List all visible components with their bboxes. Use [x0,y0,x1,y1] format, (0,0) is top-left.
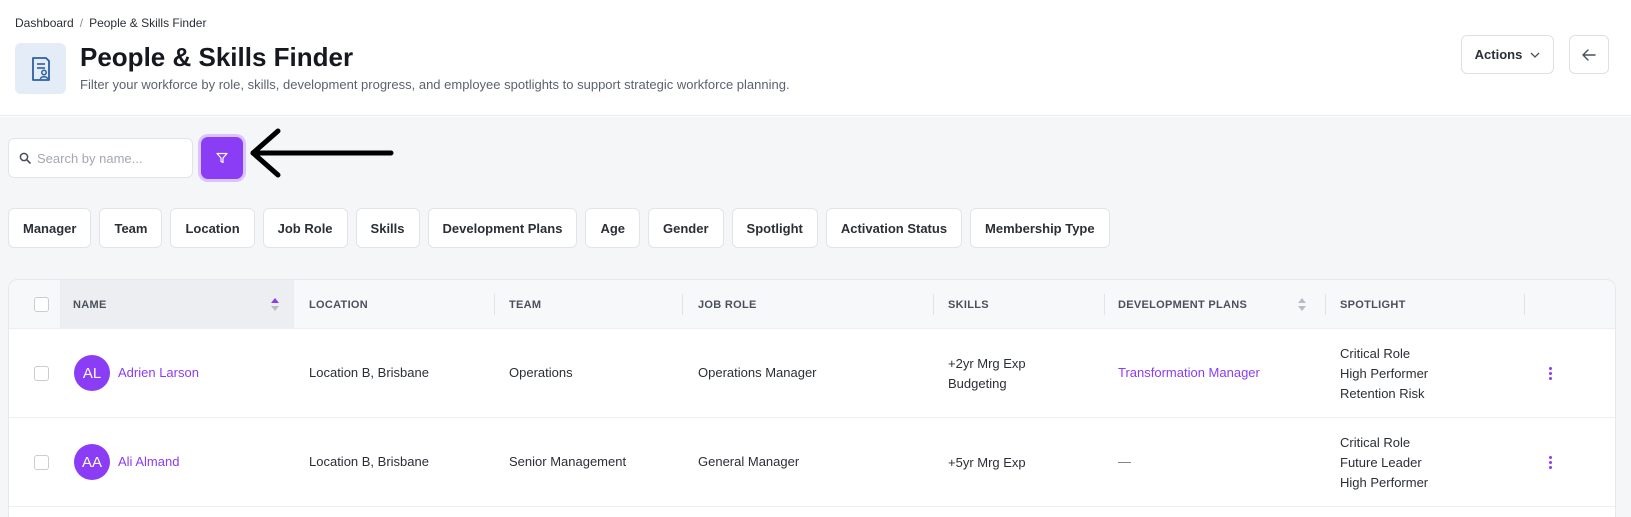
column-header-name[interactable]: NAME [60,280,294,329]
table-row: AL Adrien Larson Location B, Brisbane Op… [9,329,1615,418]
page-header: Dashboard / People & Skills Finder Peopl… [0,0,1631,116]
column-header-location: LOCATION [309,298,369,311]
breadcrumb-dashboard-link[interactable]: Dashboard [15,16,74,30]
column-divider [1524,294,1525,315]
document-person-icon [15,43,66,94]
people-table: NAME LOCATION TEAM JOB ROLE SKILLS DEVEL… [8,279,1616,517]
column-header-skills: SKILLS [948,298,989,311]
filter-chip-team[interactable]: Team [99,208,163,248]
development-plan-cell: — [1118,454,1131,469]
skill-item: +5yr Mrg Exp [948,455,1026,470]
filter-chip-manager[interactable]: Manager [8,208,92,248]
search-icon [19,152,31,164]
location-cell: Location B, Brisbane [309,365,429,380]
job-role-cell: General Manager [698,454,800,469]
filter-icon [216,152,228,164]
job-role-cell: Operations Manager [698,365,817,380]
column-header-name-label: NAME [73,298,107,311]
skills-cell: +2yr Mrg Exp Budgeting [948,354,1026,394]
filter-chip-location[interactable]: Location [170,208,255,248]
team-cell: Senior Management [509,454,627,469]
column-divider [933,294,934,315]
spotlight-item: Retention Risk [1340,386,1425,401]
page-title: People & Skills Finder [80,42,354,72]
avatar: AL [74,355,110,391]
column-header-development-plans[interactable]: DEVELOPMENT PLANS [1118,280,1247,329]
column-divider [1325,294,1326,315]
filter-chips: Manager Team Location Job Role Skills De… [8,208,1110,248]
skills-cell: +5yr Mrg Exp [948,453,1026,473]
spotlight-item: High Performer [1340,366,1429,381]
pointer-arrow-icon [250,128,394,178]
skill-item: Budgeting [948,376,1007,391]
column-header-spotlight: SPOTLIGHT [1340,298,1406,311]
spotlight-item: Critical Role [1340,435,1411,450]
avatar: AA [74,444,110,480]
back-button[interactable] [1569,35,1609,74]
sort-icon[interactable] [1298,298,1306,311]
column-header-team: TEAM [509,298,542,311]
spotlight-item: High Performer [1340,475,1429,490]
table-header: NAME LOCATION TEAM JOB ROLE SKILLS DEVEL… [9,280,1615,329]
development-plan-link[interactable]: Transformation Manager [1118,365,1260,380]
actions-button[interactable]: Actions [1461,35,1554,74]
location-cell: Location B, Brisbane [309,454,429,469]
spotlight-cell: Critical Role Future Leader High Perform… [1340,433,1428,493]
filter-button[interactable] [201,137,243,179]
filter-chip-membership-type[interactable]: Membership Type [970,208,1110,248]
breadcrumb-separator: / [79,16,84,30]
team-cell: Operations [509,365,573,380]
actions-button-label: Actions [1474,47,1523,62]
table-row: AA Ali Almand Location B, Brisbane Senio… [9,418,1615,507]
row-menu-icon[interactable] [1545,363,1555,383]
filter-chip-development-plans[interactable]: Development Plans [427,208,578,248]
arrow-left-icon [1582,48,1596,61]
filter-chip-age[interactable]: Age [585,208,641,248]
spotlight-item: Critical Role [1340,346,1411,361]
row-menu-icon[interactable] [1545,452,1555,472]
column-header-job-role: JOB ROLE [698,298,757,311]
row-checkbox[interactable] [34,455,49,470]
search-input[interactable] [37,150,187,166]
filter-chip-activation-status[interactable]: Activation Status [825,208,963,248]
filter-chip-spotlight[interactable]: Spotlight [731,208,818,248]
filter-chip-job-role[interactable]: Job Role [262,208,348,248]
breadcrumb-current: People & Skills Finder [89,16,207,30]
spotlight-cell: Critical Role High Performer Retention R… [1340,344,1428,404]
filter-chip-skills[interactable]: Skills [355,208,420,248]
search-box [8,138,193,178]
sort-icon[interactable] [271,298,279,311]
page-subtitle: Filter your workforce by role, skills, d… [80,77,790,92]
skill-item: +2yr Mrg Exp [948,356,1026,371]
employee-name-link[interactable]: Ali Almand [118,454,179,469]
select-all-checkbox-cell [34,280,49,329]
filter-chip-gender[interactable]: Gender [648,208,724,248]
row-checkbox[interactable] [34,366,49,381]
spotlight-item: Future Leader [1340,455,1422,470]
select-all-checkbox[interactable] [34,297,49,312]
breadcrumb: Dashboard / People & Skills Finder [15,16,206,30]
column-divider [494,294,495,315]
column-divider [682,294,683,315]
chevron-down-icon [1530,52,1540,58]
column-divider [1104,294,1105,315]
column-header-development-plans-label: DEVELOPMENT PLANS [1118,298,1248,311]
employee-name-link[interactable]: Adrien Larson [118,365,199,380]
